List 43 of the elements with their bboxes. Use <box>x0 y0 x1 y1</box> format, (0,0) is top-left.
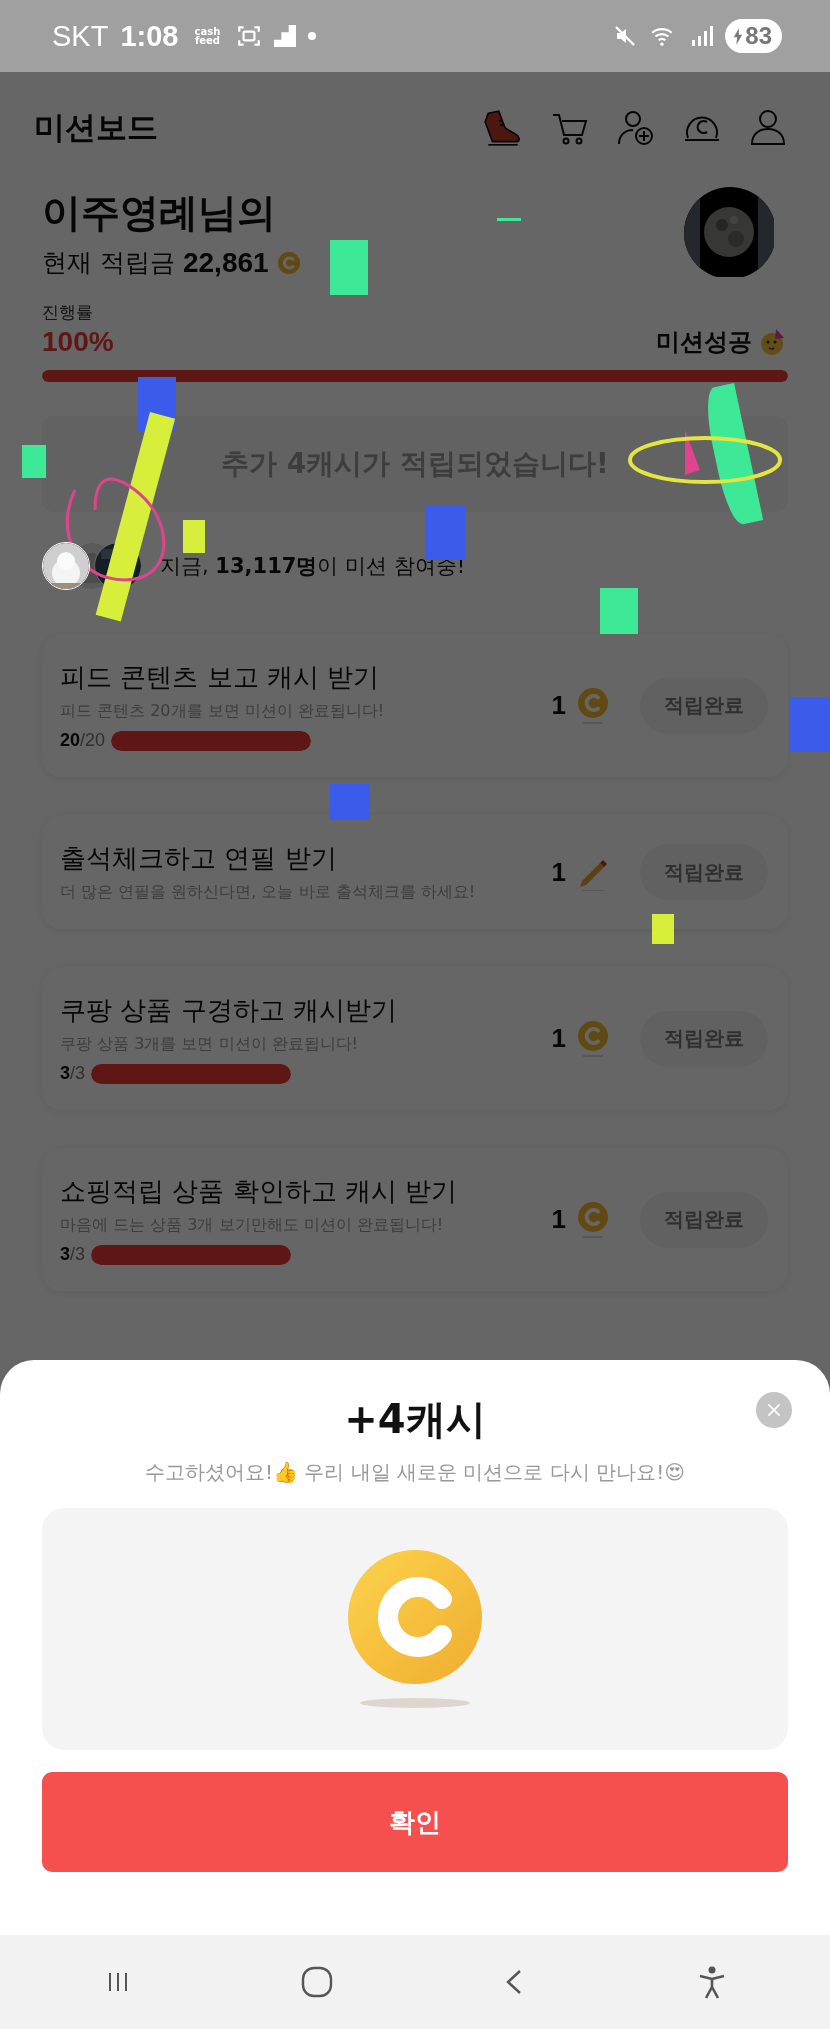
progress-label: 진행률 <box>42 301 94 324</box>
carrier-label: SKT <box>52 19 109 53</box>
profile-icon[interactable] <box>748 108 788 148</box>
coin-icon <box>276 250 301 275</box>
reward-amount: 1 <box>551 690 566 721</box>
mission-title: 쿠팡 상품 구경하고 캐시받기 <box>60 994 397 1027</box>
confirm-button[interactable]: 확인 <box>42 1772 788 1872</box>
screenshot-icon <box>236 23 263 49</box>
signal-icon <box>689 24 714 48</box>
reward-amount: 1 <box>551 1023 566 1054</box>
mission-title: 쇼핑적립 상품 확인하고 캐시 받기 <box>60 1175 458 1208</box>
app-notification-label: cash feed <box>193 27 222 45</box>
balance-amount: 22,861 <box>182 246 269 279</box>
confetti-piece <box>600 588 638 634</box>
confetti-piece <box>652 914 674 944</box>
user-name: 이주영례님의 <box>42 189 277 237</box>
close-icon <box>766 1402 782 1418</box>
confetti-piece <box>790 697 830 752</box>
mission-title: 출석체크하고 연필 받기 <box>60 842 338 875</box>
dot-icon <box>308 32 317 40</box>
coin-icon <box>576 1200 610 1239</box>
confetti-piece <box>22 445 46 478</box>
confetti-piece <box>330 240 368 295</box>
mission-status: 미션성공 <box>656 327 752 358</box>
confetti-piece <box>497 218 521 221</box>
balance-label: 현재 적립금 <box>42 247 175 279</box>
confetti-piece <box>330 784 370 820</box>
reward-message: 수고하셨어요!👍 우리 내일 새로운 미션으로 다시 만나요!😍 <box>145 1459 685 1486</box>
progress-percent: 100% <box>42 326 114 358</box>
coin-icon <box>576 686 610 725</box>
coin-icon <box>576 1019 610 1058</box>
reward-amount: 1 <box>551 1204 566 1235</box>
home-icon[interactable] <box>299 1965 334 1999</box>
reward-title: +4캐시 <box>344 1395 486 1444</box>
battery-level: 83 <box>745 22 772 50</box>
stairs-icon <box>274 25 297 47</box>
charging-icon <box>733 27 744 45</box>
page-title: 미션보드 <box>34 108 158 147</box>
add-friend-icon[interactable] <box>616 108 656 148</box>
confetti-piece <box>183 520 205 553</box>
status-time: 1:08 <box>120 19 179 53</box>
reward-amount: 1 <box>551 856 566 888</box>
mission-title: 피드 콘텐츠 보고 캐시 받기 <box>60 661 381 694</box>
